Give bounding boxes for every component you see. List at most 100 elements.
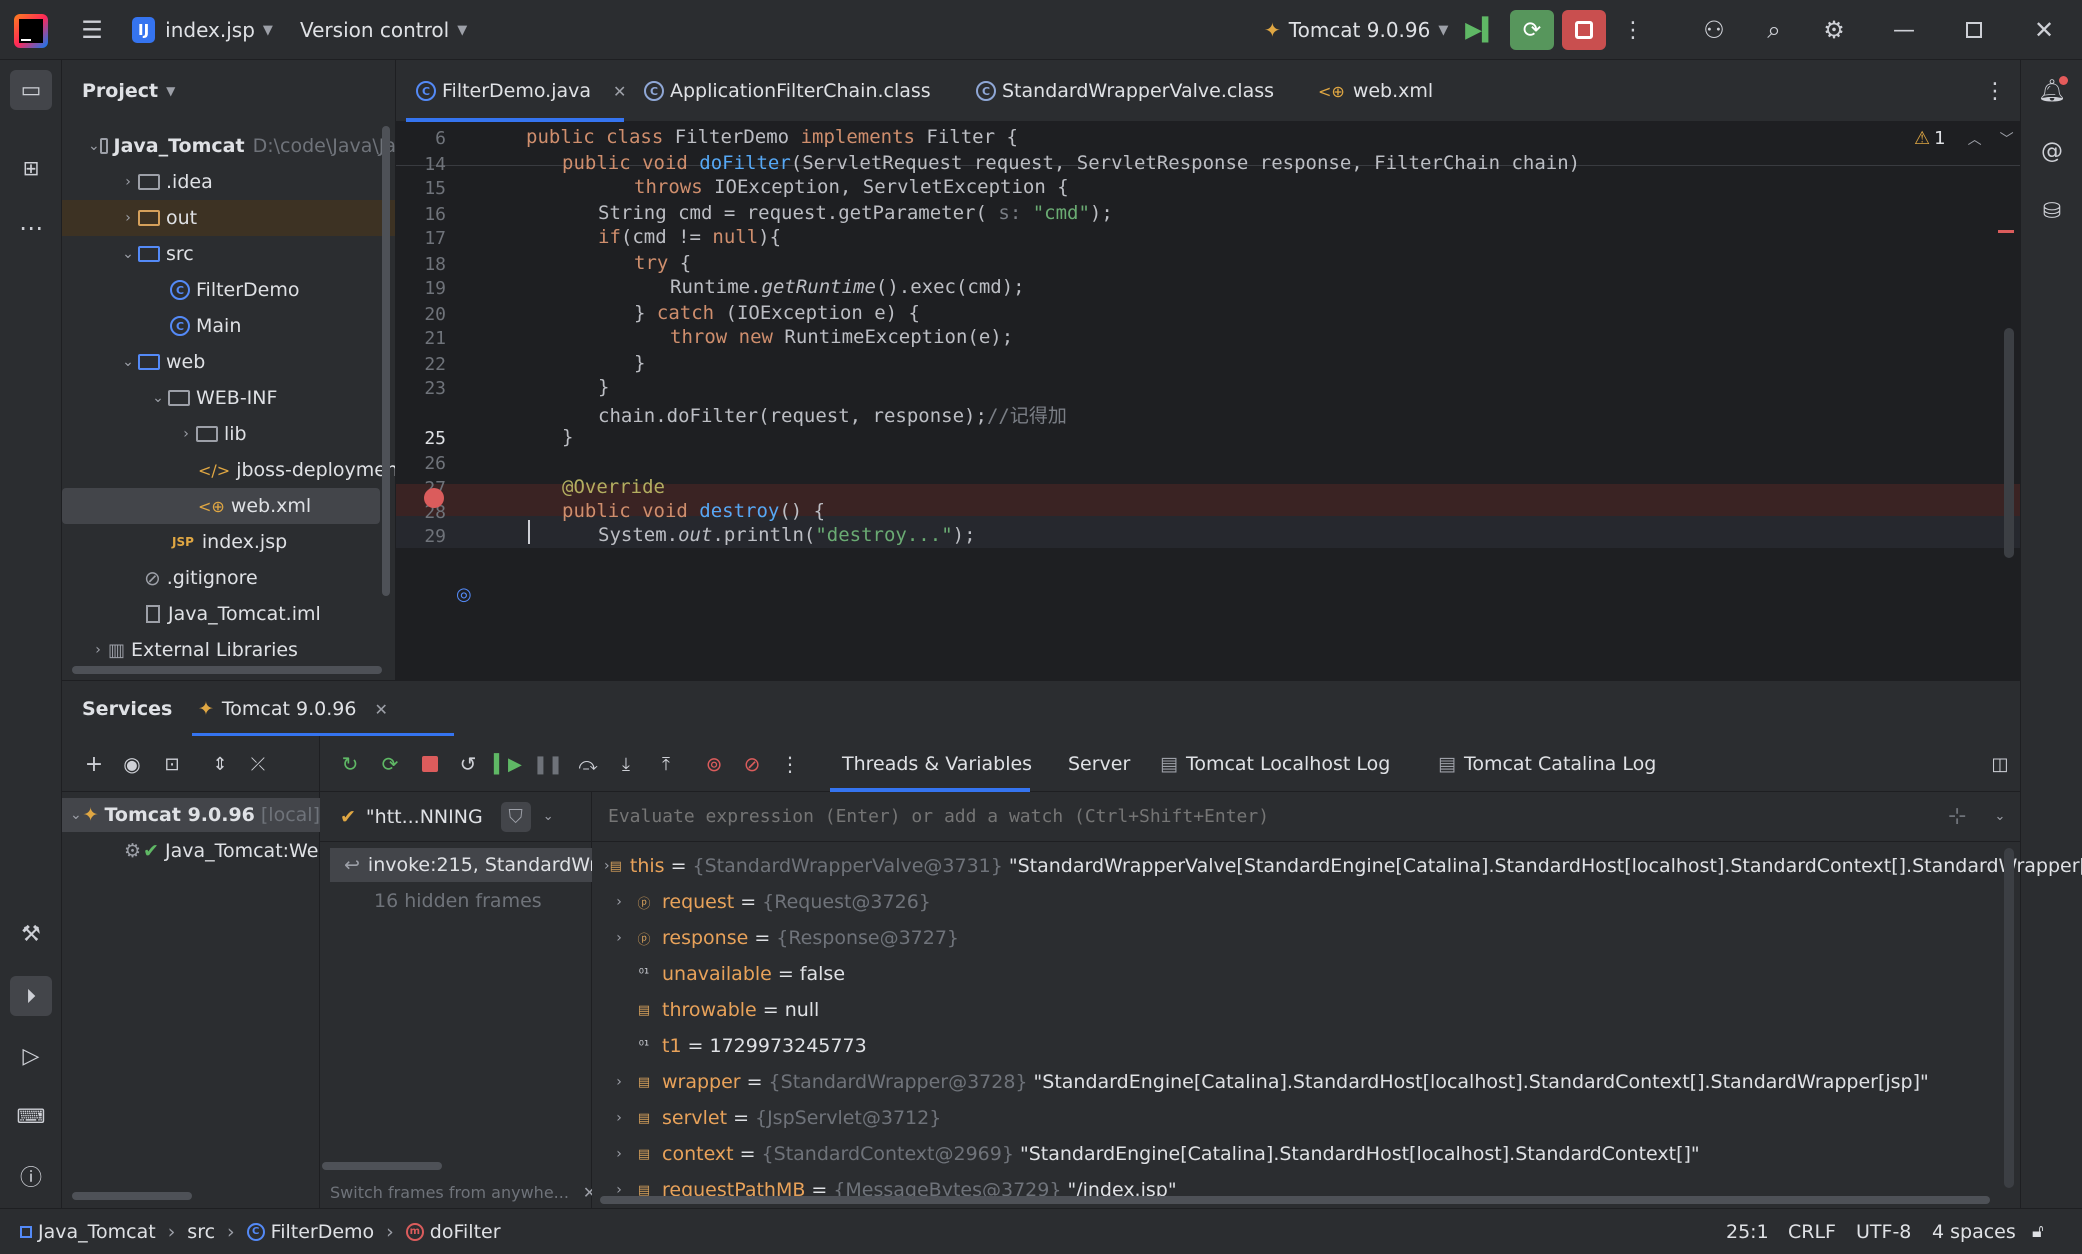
tab-server[interactable]: Server [1068, 736, 1130, 792]
close-tab-icon[interactable]: ✕ [613, 82, 626, 101]
chevron-right-icon[interactable]: › [604, 1074, 634, 1090]
tab-options-icon[interactable]: ⋮ [1980, 74, 2010, 108]
step-into-icon[interactable]: ⤓ [612, 750, 640, 778]
service-artifact-node[interactable]: ⚙ ✔ Java_Tomcat:We [62, 834, 320, 868]
maximize-icon[interactable] [1958, 14, 1990, 46]
breadcrumb-item[interactable]: FilterDemo [271, 1221, 375, 1243]
tree-item-iml[interactable]: Java_Tomcat.iml [62, 596, 395, 632]
new-group-icon[interactable]: ⊡ [158, 750, 186, 778]
layout-icon[interactable]: ◫ [1986, 750, 2014, 778]
vertical-scrollbar[interactable] [2004, 848, 2014, 1188]
run-icon[interactable]: ▷ [13, 1038, 49, 1074]
tree-item-src[interactable]: ⌄ src [62, 236, 395, 272]
horizontal-scrollbar[interactable] [600, 1196, 1990, 1204]
main-menu-icon[interactable]: ☰ [76, 14, 108, 46]
eye-icon[interactable]: ◉ [118, 750, 146, 778]
variable-row[interactable]: › ⓟ request = {Request@3726} [592, 884, 2020, 920]
add-watch-icon[interactable]: ⊹ [1948, 804, 1966, 829]
tab-applicationfilterchain[interactable]: C ApplicationFilterChain.class [644, 60, 931, 122]
services-icon[interactable]: ⏵ [10, 976, 52, 1016]
project-panel-header[interactable]: Project ▼ [82, 60, 175, 122]
chevron-right-icon[interactable]: › [604, 1146, 634, 1162]
tree-item-java-tomcat[interactable]: ⌄ Java_Tomcat D:\code\Java\Ja [62, 128, 395, 164]
run-config-selector[interactable]: ✦ Tomcat 9.0.96 ▼ [1264, 0, 1448, 60]
add-user-icon[interactable]: ⚇ [1698, 14, 1730, 46]
tab-localhost-log[interactable]: ▤ Tomcat Localhost Log [1160, 736, 1390, 792]
indent-setting[interactable]: 4 spaces [1932, 1221, 2016, 1243]
ai-assistant-icon[interactable]: @ [2035, 134, 2069, 168]
line-separator[interactable]: CRLF [1788, 1221, 1836, 1243]
tree-item-index-jsp[interactable]: JSP index.jsp [62, 524, 395, 560]
project-switcher[interactable]: IJ index.jsp ▼ [132, 0, 273, 60]
version-control-menu[interactable]: Version control ▼ [300, 0, 467, 60]
debug-rerun-button[interactable]: ⟳ [1510, 10, 1554, 50]
expand-all-icon[interactable]: ⇕ [206, 750, 234, 778]
tab-threads-variables[interactable]: Threads & Variables [842, 736, 1032, 792]
editor-scrollbar[interactable] [2004, 328, 2014, 558]
chevron-down-icon[interactable]: ⌄ [1994, 809, 2005, 824]
problems-icon[interactable]: ⓘ [13, 1158, 49, 1194]
step-out-icon[interactable]: ⤒ [652, 750, 680, 778]
variable-row[interactable]: ⁰¹ t1 = 1729973245773 [592, 1028, 2020, 1064]
tab-filterdemo-java[interactable]: C FilterDemo.java ✕ [416, 60, 626, 122]
breakpoint-icon[interactable] [424, 488, 444, 508]
tree-item-out[interactable]: › out [62, 200, 395, 236]
structure-icon[interactable]: ⊞ [13, 150, 49, 186]
tree-item-lib[interactable]: › lib [62, 416, 395, 452]
variable-row[interactable]: › ▤ context = {StandardContext@2969} "Standar… [592, 1136, 2020, 1172]
more-vertical-icon[interactable]: ⋮ [776, 750, 804, 778]
tree-item-gitignore[interactable]: ⊘ .gitignore [62, 560, 395, 596]
pause-icon[interactable]: ❚❚ [533, 750, 563, 778]
chevron-down-icon[interactable]: ﹀ [2000, 129, 2014, 149]
tree-item-web-xml[interactable]: <⊕ web.xml [62, 488, 380, 524]
resume-icon[interactable]: ▶▍ [1464, 12, 1500, 48]
tab-tomcat-service[interactable]: ✦ Tomcat 9.0.96 ✕ [198, 681, 388, 737]
inspection-widget[interactable]: ⚠ 1 ︿ ﹀ [1914, 128, 2014, 149]
file-encoding[interactable]: UTF-8 [1856, 1221, 1911, 1243]
collapse-all-icon[interactable]: ⤫ [244, 750, 272, 778]
restart-icon[interactable]: ↺ [454, 750, 482, 778]
variable-row[interactable]: ⁰¹ unavailable = false [592, 956, 2020, 992]
chevron-right-icon[interactable]: › [604, 930, 634, 946]
chevron-up-icon[interactable]: ︿ [1968, 129, 1982, 149]
caret-position[interactable]: 25:1 [1726, 1221, 1769, 1243]
step-over-icon[interactable]: ⤼ [574, 750, 602, 778]
tree-item-idea[interactable]: › .idea [62, 164, 395, 200]
gear-icon[interactable]: ⚙ [1818, 14, 1850, 46]
build-hammer-icon[interactable]: ⚒ [13, 916, 49, 952]
chevron-right-icon[interactable]: › [604, 1110, 634, 1126]
variable-row[interactable]: › ▤ servlet = {JspServlet@3712} [592, 1100, 2020, 1136]
stop-button[interactable] [1562, 10, 1606, 50]
mute-breakpoints-icon[interactable]: ⊘ [738, 750, 766, 778]
search-icon[interactable]: ⌕ [1758, 14, 1790, 46]
stop-icon[interactable] [416, 750, 444, 778]
tree-item-jboss-deployment[interactable]: </> jboss-deployment-s [62, 452, 395, 488]
tree-item-web[interactable]: ⌄ web [62, 344, 395, 380]
chevron-down-icon[interactable]: ⌄ [543, 809, 554, 824]
terminal-icon[interactable]: ⌨ [13, 1098, 49, 1134]
breadcrumb-item[interactable]: doFilter [430, 1221, 501, 1243]
project-folder-icon[interactable]: ▭ [10, 70, 52, 110]
thread-selector[interactable]: ✔ "htt...NNING ⛉ ⌄ [320, 792, 592, 842]
tree-item-external-libraries[interactable]: › ▥ External Libraries [62, 632, 395, 668]
tab-standardwrappervalve[interactable]: C StandardWrapperValve.class [976, 60, 1274, 122]
add-service-icon[interactable]: + [80, 750, 108, 778]
close-icon[interactable]: ✕ [2028, 14, 2060, 46]
rerun-icon[interactable]: ↻ [336, 750, 364, 778]
chevron-right-icon[interactable]: › [604, 894, 634, 910]
minimize-icon[interactable]: — [1888, 14, 1920, 46]
more-vertical-icon[interactable]: ⋮ [1618, 14, 1648, 46]
stack-frame[interactable]: ↩ invoke:215, StandardWra [330, 848, 592, 882]
tab-catalina-log[interactable]: ▤ Tomcat Catalina Log [1438, 736, 1656, 792]
evaluate-expression-input[interactable] [608, 806, 1908, 827]
more-tools-icon[interactable]: ⋯ [13, 210, 49, 246]
horizontal-scrollbar[interactable] [72, 666, 382, 674]
implements-method-icon[interactable]: ◎ [456, 584, 472, 605]
breadcrumb-item[interactable]: Java_Tomcat [38, 1221, 156, 1243]
view-breakpoints-icon[interactable]: ⊚ [700, 750, 728, 778]
variable-row[interactable]: › ⓟ response = {Response@3727} [592, 920, 2020, 956]
filter-icon[interactable]: ⛉ [500, 801, 531, 832]
close-tab-icon[interactable]: ✕ [374, 700, 387, 719]
unlock-icon[interactable]: 🔓︎ [2032, 1221, 2044, 1242]
tree-item-filterdemo[interactable]: C FilterDemo [62, 272, 395, 308]
